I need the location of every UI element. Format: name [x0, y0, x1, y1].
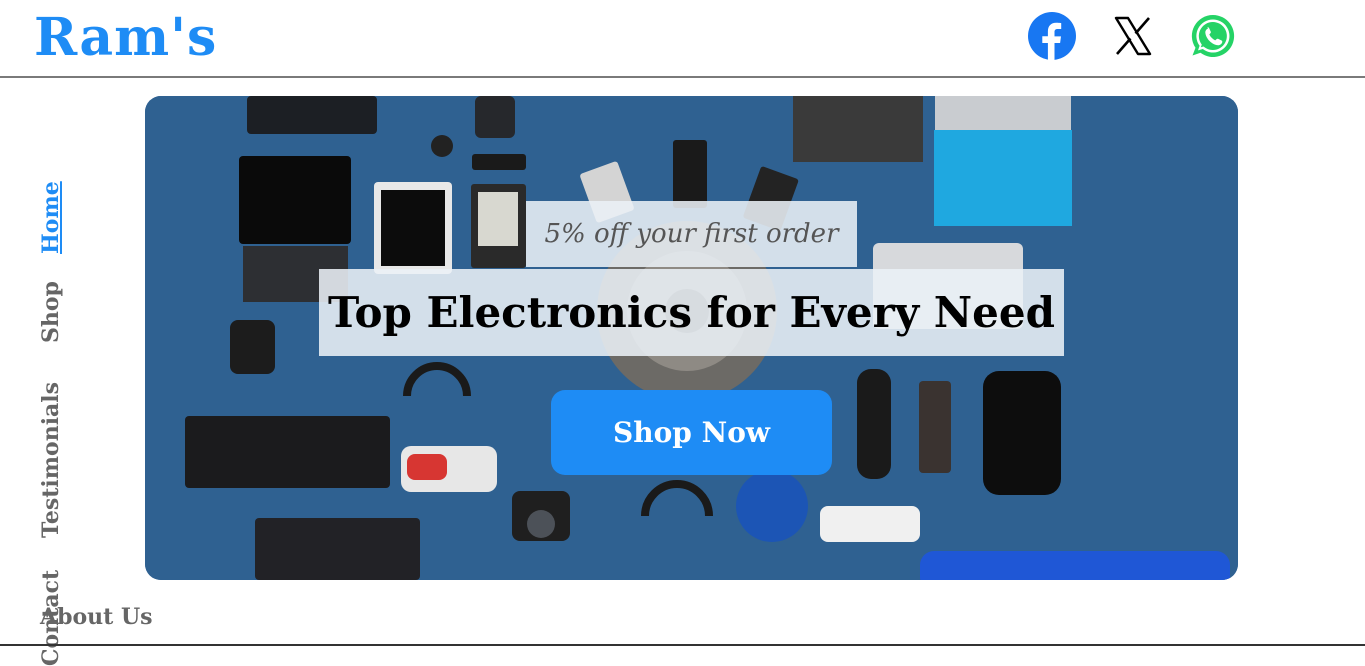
promo-text: 5% off your first order: [526, 201, 857, 267]
x-icon[interactable]: [1109, 12, 1157, 60]
side-navigation: Home Shop Testimonials Contact: [0, 78, 140, 666]
hero-headline: Top Electronics for Every Need: [319, 269, 1064, 356]
nav-about-us-link[interactable]: About Us: [40, 604, 153, 630]
shop-now-button[interactable]: Shop Now: [551, 390, 832, 475]
nav-testimonials-link[interactable]: Testimonials: [38, 382, 64, 538]
facebook-icon[interactable]: [1028, 12, 1076, 60]
site-header: Ram's: [0, 0, 1365, 78]
hero-banner: 5% off your first order Top Electronics …: [145, 96, 1238, 580]
brand-logo[interactable]: Ram's: [34, 6, 217, 70]
nav-home-link[interactable]: Home: [38, 181, 64, 254]
nav-shop-link[interactable]: Shop: [38, 281, 64, 343]
whatsapp-icon[interactable]: [1189, 12, 1237, 60]
